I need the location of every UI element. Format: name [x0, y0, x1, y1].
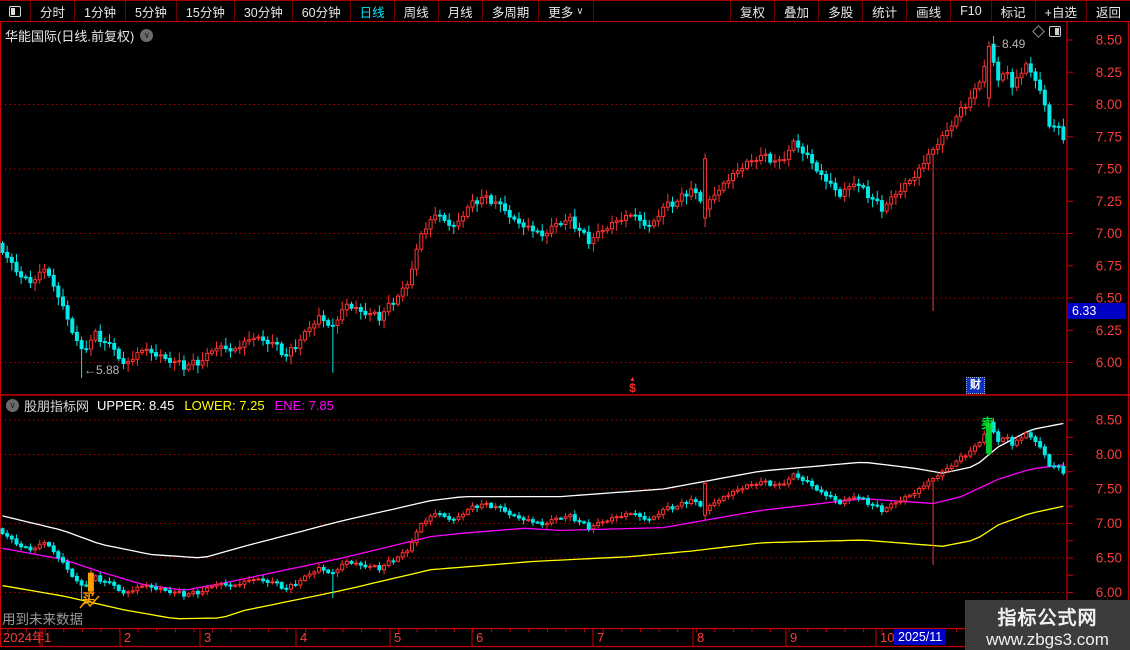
- svg-text:1: 1: [44, 630, 51, 645]
- diamond-icon[interactable]: [1032, 25, 1045, 38]
- svg-text:6.00: 6.00: [1096, 585, 1122, 600]
- buy-signal-label: 买: [82, 588, 95, 607]
- lower-number: 7.25: [239, 398, 264, 413]
- upper-number: 8.45: [149, 398, 174, 413]
- svg-text:9: 9: [790, 630, 797, 645]
- button-adjust-rights[interactable]: 复权: [730, 1, 774, 21]
- svg-text:7.00: 7.00: [1096, 226, 1122, 241]
- indicator-lower-value: LOWER: 7.25: [184, 398, 264, 413]
- svg-text:7.75: 7.75: [1096, 129, 1122, 144]
- svg-text:8.25: 8.25: [1096, 65, 1122, 80]
- button-f10[interactable]: F10: [950, 1, 991, 21]
- indicator-source-label: 股朋指标网: [24, 396, 89, 415]
- upper-label: UPPER:: [97, 398, 145, 413]
- svg-text:2024年: 2024年: [3, 630, 45, 645]
- app-window: 分时 1分钟 5分钟 15分钟 30分钟 60分钟 日线 周线 月线 多周期 更…: [0, 0, 1130, 650]
- indicator-ene-value: ENE: 7.85: [275, 398, 334, 413]
- symbol-period-label: 华能国际(日线.前复权): [5, 26, 134, 45]
- svg-text:2: 2: [124, 630, 131, 645]
- ene-label: ENE:: [275, 398, 305, 413]
- high-price-annotation: ←8.49: [990, 37, 1025, 51]
- indicator-collapse-icon[interactable]: ∨: [6, 399, 19, 412]
- low-price-annotation: ←5.88: [84, 363, 119, 377]
- tab-1min[interactable]: 1分钟: [75, 1, 126, 21]
- date-highlight-tag: 2025/11: [894, 629, 946, 645]
- button-back[interactable]: 返回: [1086, 1, 1130, 21]
- svg-text:6.25: 6.25: [1096, 323, 1122, 338]
- tab-60min[interactable]: 60分钟: [293, 1, 351, 21]
- svg-text:7: 7: [597, 630, 604, 645]
- tab-more-label: 更多: [548, 2, 573, 21]
- report-marker[interactable]: 财: [966, 377, 985, 394]
- lower-label: LOWER:: [184, 398, 235, 413]
- split-view-icon: [9, 6, 21, 17]
- layout-toggle-button[interactable]: [0, 1, 31, 21]
- sell-signal-label: 卖: [981, 413, 994, 432]
- svg-text:5: 5: [394, 630, 401, 645]
- ene-number: 7.85: [309, 398, 334, 413]
- watermark: 指标公式网 www.zbgs3.com: [965, 600, 1130, 650]
- dividend-marker[interactable]: ▲$: [629, 376, 636, 392]
- svg-text:6.50: 6.50: [1096, 551, 1122, 566]
- indicator-header: ∨ 股朋指标网 UPPER: 8.45 LOWER: 7.25 ENE: 7.8…: [0, 397, 344, 414]
- tab-minute-chart[interactable]: 分时: [31, 1, 75, 21]
- svg-text:8.00: 8.00: [1096, 97, 1122, 112]
- svg-text:3: 3: [204, 630, 211, 645]
- future-data-note: 用到未来数据: [2, 608, 83, 628]
- chart-title: 华能国际(日线.前复权) ∨: [5, 26, 153, 45]
- svg-text:7.50: 7.50: [1096, 162, 1122, 177]
- svg-text:10: 10: [880, 630, 894, 645]
- button-overlay[interactable]: 叠加: [774, 1, 818, 21]
- watermark-url: www.zbgs3.com: [965, 630, 1130, 650]
- svg-text:6.75: 6.75: [1096, 258, 1122, 273]
- toolbar-right-group: 复权 叠加 多股 统计 画线 F10 标记 +自选 返回: [730, 1, 1130, 21]
- button-multi-stock[interactable]: 多股: [818, 1, 862, 21]
- title-dropdown-icon[interactable]: ∨: [140, 29, 153, 42]
- button-add-watchlist[interactable]: +自选: [1035, 1, 1086, 21]
- toolbar: 分时 1分钟 5分钟 15分钟 30分钟 60分钟 日线 周线 月线 多周期 更…: [0, 0, 1130, 22]
- svg-text:6: 6: [476, 630, 483, 645]
- svg-text:8.50: 8.50: [1096, 413, 1122, 428]
- svg-text:7.25: 7.25: [1096, 194, 1122, 209]
- button-draw-line[interactable]: 画线: [906, 1, 950, 21]
- svg-text:8.50: 8.50: [1096, 33, 1122, 48]
- chart-canvas[interactable]: 8.50 8.25 8.00 7.75 7.50 7.25 7.00 6.75 6.50 6.25…: [0, 0, 1130, 650]
- dividend-icon: $: [629, 381, 636, 395]
- svg-text:8: 8: [697, 630, 704, 645]
- button-statistics[interactable]: 统计: [862, 1, 906, 21]
- tab-multi-period[interactable]: 多周期: [483, 1, 540, 21]
- tab-more[interactable]: 更多 ∨: [539, 1, 593, 21]
- button-mark[interactable]: 标记: [991, 1, 1035, 21]
- tab-15min[interactable]: 15分钟: [177, 1, 235, 21]
- watermark-title: 指标公式网: [965, 603, 1130, 630]
- tab-weekly[interactable]: 周线: [395, 1, 439, 21]
- tab-monthly[interactable]: 月线: [439, 1, 483, 21]
- panel-toggle-icon[interactable]: [1049, 26, 1061, 37]
- svg-text:7.00: 7.00: [1096, 516, 1122, 531]
- tab-30min[interactable]: 30分钟: [235, 1, 293, 21]
- chevron-down-icon: ∨: [576, 6, 583, 17]
- price-highlight-tag: 6.33: [1068, 303, 1126, 319]
- plot-corner-icons: [1034, 26, 1061, 37]
- tab-daily[interactable]: 日线: [351, 1, 395, 21]
- svg-text:8.00: 8.00: [1096, 447, 1122, 462]
- svg-text:4: 4: [300, 630, 307, 645]
- svg-text:6.00: 6.00: [1096, 355, 1122, 370]
- tab-5min[interactable]: 5分钟: [126, 1, 177, 21]
- svg-text:7.50: 7.50: [1096, 482, 1122, 497]
- indicator-upper-value: UPPER: 8.45: [97, 398, 174, 413]
